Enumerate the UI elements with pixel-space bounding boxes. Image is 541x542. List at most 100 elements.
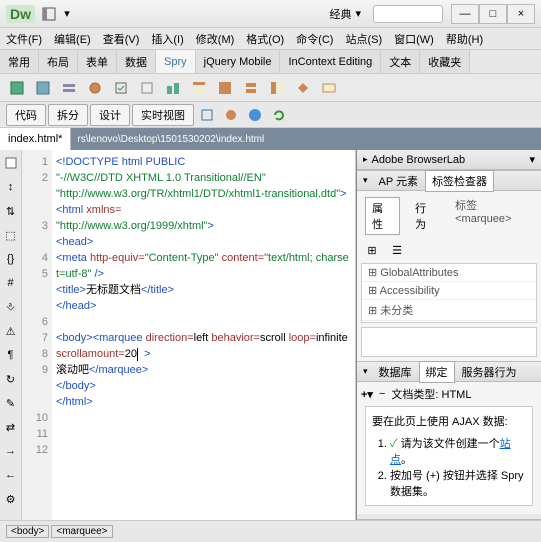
spry-icon-4[interactable] [84, 77, 106, 99]
attributes-list[interactable]: ⊞ GlobalAttributes ⊞ Accessibility ⊞ 未分类 [361, 263, 537, 323]
select-parent-icon[interactable]: ⬚ [2, 226, 20, 244]
dropdown-icon[interactable]: ▾ [59, 6, 75, 22]
open-docs-icon[interactable] [2, 154, 20, 172]
tag-inspector-tab[interactable]: 标签检查器 [425, 170, 494, 192]
insert-tab-fav[interactable]: 收藏夹 [420, 50, 470, 73]
remove-binding-button[interactable]: − [379, 388, 385, 400]
spry-icon-12[interactable] [292, 77, 314, 99]
spry-icon-10[interactable] [240, 77, 262, 99]
menu-view[interactable]: 查看(V) [103, 31, 140, 47]
spry-icon-3[interactable] [58, 77, 80, 99]
live-code-icon[interactable] [220, 104, 242, 126]
menu-help[interactable]: 帮助(H) [446, 31, 483, 47]
menu-file[interactable]: 文件(F) [6, 31, 42, 47]
attr-value-box[interactable] [361, 327, 537, 357]
document-tab[interactable]: index.html* [0, 128, 71, 150]
menu-insert[interactable]: 插入(I) [151, 31, 183, 47]
insert-tab-jquery[interactable]: jQuery Mobile [196, 50, 281, 73]
spry-icon-5[interactable] [110, 77, 132, 99]
document-path: rs\lenovo\Desktop\1501530202\index.html [71, 128, 541, 150]
code-editor[interactable]: <!DOCTYPE html PUBLIC"-//W3C//DTD XHTML … [52, 150, 355, 520]
expand-icon[interactable]: ⇅ [2, 202, 20, 220]
panel-tag-inspector-header[interactable]: ▾ AP 元素 标签检查器 [357, 171, 541, 191]
insert-tab-text[interactable]: 文本 [381, 50, 420, 73]
line-numbers-icon[interactable]: # [2, 274, 20, 292]
menu-format[interactable]: 格式(O) [246, 31, 284, 47]
doc-type-label: 文档类型: HTML [391, 386, 471, 402]
collapse-arrow-icon: ▾ [363, 366, 368, 377]
insert-tab-forms[interactable]: 表单 [78, 50, 117, 73]
insert-tab-incontext[interactable]: InContext Editing [280, 50, 381, 73]
code-tools-vertical: ↕ ⇅ ⬚ {} # ⎀ ⚠ ¶ ↻ ✎ ⇄ → ← ⚙ [0, 150, 22, 520]
app-logo: Dw [6, 5, 35, 23]
behaviors-subtab[interactable]: 行为 [408, 197, 443, 235]
move-icon[interactable]: ⇄ [2, 418, 20, 436]
menu-site[interactable]: 站点(S) [345, 31, 382, 47]
minimize-button[interactable]: — [451, 4, 479, 24]
search-input[interactable] [373, 5, 443, 23]
spry-icon-13[interactable] [318, 77, 340, 99]
view-live-button[interactable]: 实时视图 [132, 104, 194, 126]
menubar: 文件(F) 编辑(E) 查看(V) 插入(I) 修改(M) 格式(O) 命令(C… [0, 28, 541, 50]
format-icon[interactable]: ⚙ [2, 490, 20, 508]
collapse-arrow-icon: ▾ [363, 175, 368, 186]
ap-elements-tab[interactable]: AP 元素 [372, 170, 426, 192]
line-gutter: 12 3 4 5 6 7 8 9 10 11 12 [22, 150, 52, 520]
spry-icon-7[interactable] [162, 77, 184, 99]
layout-icon[interactable] [41, 6, 57, 22]
ajax-heading: 要在此页上使用 AJAX 数据: [372, 413, 526, 429]
spry-icon-6[interactable] [136, 77, 158, 99]
panel-menu-icon[interactable]: ▾ [529, 153, 535, 166]
menu-window[interactable]: 窗口(W) [394, 31, 434, 47]
indent-icon[interactable]: → [2, 442, 20, 460]
outdent-icon[interactable]: ← [2, 466, 20, 484]
attr-row: ⊞ 未分类 [362, 300, 536, 321]
add-binding-button[interactable]: +▾ [361, 388, 373, 401]
ajax-step-2: 按加号 (+) 按钮并选择 Spry 数据集。 [390, 467, 526, 499]
view-design-button[interactable]: 设计 [90, 104, 130, 126]
workspace-selector[interactable]: 经典 ▾ [329, 6, 361, 22]
spry-icon-11[interactable] [266, 77, 288, 99]
inspect-icon[interactable] [196, 104, 218, 126]
menu-commands[interactable]: 命令(C) [296, 31, 333, 47]
bindings-tab[interactable]: 绑定 [419, 361, 455, 383]
attr-row: ⊞ Accessibility [362, 282, 536, 300]
maximize-button[interactable]: □ [479, 4, 507, 24]
tag-selector-marquee[interactable]: <marquee> [51, 525, 112, 538]
insert-tab-data[interactable]: 数据 [117, 50, 156, 73]
balance-braces-icon[interactable]: {} [2, 250, 20, 268]
highlight-icon[interactable]: ⎀ [2, 298, 20, 316]
close-button[interactable]: × [507, 4, 535, 24]
view-code-button[interactable]: 代码 [6, 104, 46, 126]
panel-browserlab-label: Adobe BrowserLab [372, 154, 466, 166]
panel-browserlab-header[interactable]: ▸ Adobe BrowserLab ▾ [357, 150, 541, 170]
insert-tab-spry[interactable]: Spry [156, 50, 196, 73]
syntax-error-icon[interactable]: ⚠ [2, 322, 20, 340]
apply-comment-icon[interactable]: ¶ [2, 346, 20, 364]
wrap-tag-icon[interactable]: ↻ [2, 370, 20, 388]
tag-label: 标签 <marquee> [455, 197, 533, 235]
list-view-icon[interactable]: ☰ [386, 239, 408, 261]
view-split-button[interactable]: 拆分 [48, 104, 88, 126]
insert-tab-layout[interactable]: 布局 [39, 50, 78, 73]
database-tab[interactable]: 数据库 [372, 361, 419, 383]
spry-icon-8[interactable] [188, 77, 210, 99]
collapse-icon[interactable]: ↕ [2, 178, 20, 196]
refresh-icon[interactable] [268, 104, 290, 126]
panel-bindings-header[interactable]: ▾ 数据库 绑定 服务器行为 [357, 362, 541, 382]
attr-row: ⊞ GlobalAttributes [362, 264, 536, 282]
insert-tab-common[interactable]: 常用 [0, 50, 39, 73]
workspace-label: 经典 [329, 6, 351, 22]
menu-edit[interactable]: 编辑(E) [54, 31, 91, 47]
category-view-icon[interactable]: ⊞ [361, 239, 383, 261]
attributes-subtab[interactable]: 属性 [365, 197, 400, 235]
spry-icon-1[interactable] [6, 77, 28, 99]
spry-icon-2[interactable] [32, 77, 54, 99]
tag-selector-body[interactable]: <body> [6, 525, 49, 538]
browser-icon[interactable] [244, 104, 266, 126]
insert-icons-row [0, 74, 541, 102]
recent-snippets-icon[interactable]: ✎ [2, 394, 20, 412]
server-behaviors-tab[interactable]: 服务器行为 [455, 361, 524, 383]
menu-modify[interactable]: 修改(M) [196, 31, 235, 47]
spry-icon-9[interactable] [214, 77, 236, 99]
